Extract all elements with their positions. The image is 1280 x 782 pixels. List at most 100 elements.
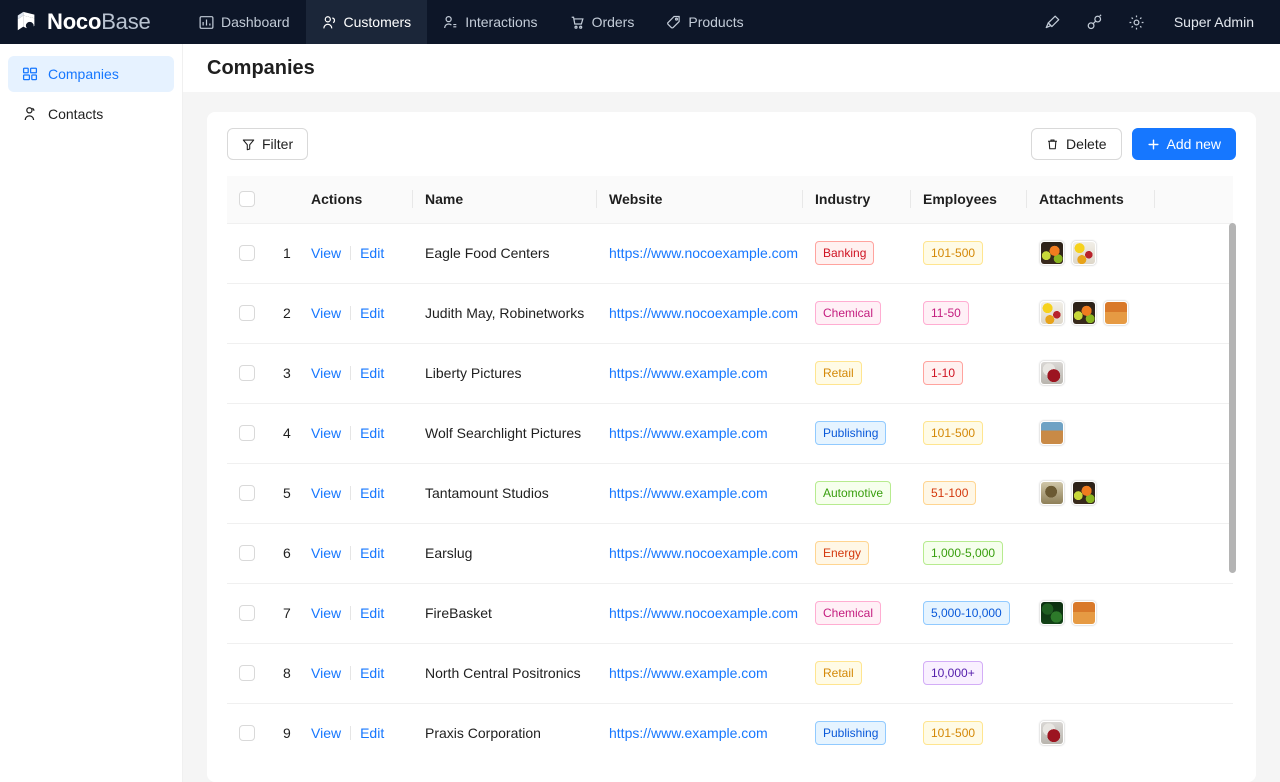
attachment-image [1073, 302, 1095, 324]
row-select-cell [227, 463, 271, 523]
table-row[interactable]: 6 View Edit Earslug https://www.nocoexam… [227, 523, 1233, 583]
row-checkbox[interactable] [239, 725, 255, 741]
attachment-thumbnails [1039, 420, 1143, 446]
company-name: Tantamount Studios [425, 485, 549, 501]
table-row[interactable]: 9 View Edit Praxis Corporation https://w… [227, 703, 1233, 763]
row-spacer-cell [1155, 343, 1233, 403]
nav-tab-products[interactable]: Products [650, 0, 759, 44]
table-toolbar: Filter Delete [227, 128, 1236, 160]
attachment-thumbnail[interactable] [1103, 300, 1129, 326]
view-link[interactable]: View [311, 485, 341, 501]
th-employees: Employees [911, 176, 1027, 223]
table-row[interactable]: 5 View Edit Tantamount Studios https://w… [227, 463, 1233, 523]
cart-icon [570, 15, 585, 30]
attachment-thumbnail[interactable] [1071, 480, 1097, 506]
plugin-icon-button[interactable] [1074, 0, 1116, 44]
attachment-thumbnail[interactable] [1039, 360, 1065, 386]
user-menu[interactable]: Super Admin [1158, 14, 1266, 30]
website-link[interactable]: https://www.example.com [609, 725, 768, 741]
website-link[interactable]: https://www.example.com [609, 365, 768, 381]
attachment-thumbnail[interactable] [1039, 420, 1065, 446]
edit-link[interactable]: Edit [360, 545, 384, 561]
view-link[interactable]: View [311, 725, 341, 741]
highlighter-icon-button[interactable] [1032, 0, 1074, 44]
edit-link[interactable]: Edit [360, 425, 384, 441]
nav-tab-customers[interactable]: Customers [306, 0, 428, 44]
row-checkbox[interactable] [239, 605, 255, 621]
website-link[interactable]: https://www.nocoexample.com [609, 545, 798, 561]
attachment-thumbnail[interactable] [1071, 600, 1097, 626]
sidebar-item-companies[interactable]: Companies [8, 56, 174, 92]
website-link[interactable]: https://www.example.com [609, 485, 768, 501]
attachment-thumbnail[interactable] [1039, 240, 1065, 266]
view-link[interactable]: View [311, 365, 341, 381]
table-row[interactable]: 4 View Edit Wolf Searchlight Pictures ht… [227, 403, 1233, 463]
vertical-scrollbar-thumb[interactable] [1229, 223, 1236, 573]
row-checkbox[interactable] [239, 305, 255, 321]
edit-link[interactable]: Edit [360, 485, 384, 501]
add-new-button[interactable]: Add new [1132, 128, 1236, 160]
sidebar: Companies Contacts [0, 44, 183, 782]
table-row[interactable]: 3 View Edit Liberty Pictures https://www… [227, 343, 1233, 403]
edit-link[interactable]: Edit [360, 725, 384, 741]
sidebar-item-contacts[interactable]: Contacts [8, 96, 174, 132]
row-website-cell: https://www.nocoexample.com [597, 223, 803, 283]
action-separator [350, 366, 351, 380]
row-employees-cell: 1-10 [911, 343, 1027, 403]
action-separator [350, 546, 351, 560]
view-link[interactable]: View [311, 245, 341, 261]
view-link[interactable]: View [311, 305, 341, 321]
row-name-cell: Earslug [413, 523, 597, 583]
edit-link[interactable]: Edit [360, 365, 384, 381]
employees-tag: 101-500 [923, 241, 983, 265]
app-logo[interactable]: NocoBase [0, 0, 183, 44]
edit-link[interactable]: Edit [360, 605, 384, 621]
nav-tab-orders[interactable]: Orders [554, 0, 651, 44]
toolbar-right-actions: Delete Add new [1031, 128, 1236, 160]
row-employees-cell: 51-100 [911, 463, 1027, 523]
delete-button[interactable]: Delete [1031, 128, 1121, 160]
website-link[interactable]: https://www.nocoexample.com [609, 605, 798, 621]
row-checkbox[interactable] [239, 245, 255, 261]
view-link[interactable]: View [311, 425, 341, 441]
row-website-cell: https://www.nocoexample.com [597, 283, 803, 343]
row-attachments-cell [1027, 463, 1155, 523]
edit-link[interactable]: Edit [360, 665, 384, 681]
website-link[interactable]: https://www.nocoexample.com [609, 305, 798, 321]
th-actions: Actions [299, 176, 413, 223]
edit-link[interactable]: Edit [360, 305, 384, 321]
users-icon [322, 15, 337, 30]
table-card: Filter Delete [207, 112, 1256, 782]
row-checkbox[interactable] [239, 545, 255, 561]
table-row[interactable]: 8 View Edit North Central Positronics ht… [227, 643, 1233, 703]
th-industry: Industry [803, 176, 911, 223]
view-link[interactable]: View [311, 545, 341, 561]
nav-tab-interactions[interactable]: Interactions [427, 0, 553, 44]
row-checkbox[interactable] [239, 485, 255, 501]
attachment-thumbnail[interactable] [1071, 240, 1097, 266]
attachment-thumbnail[interactable] [1039, 600, 1065, 626]
nav-tab-dashboard[interactable]: Dashboard [183, 0, 306, 44]
row-index-cell: 1 [271, 223, 299, 283]
row-checkbox[interactable] [239, 425, 255, 441]
attachment-thumbnail[interactable] [1039, 720, 1065, 746]
row-checkbox[interactable] [239, 665, 255, 681]
select-all-checkbox[interactable] [239, 191, 255, 207]
website-link[interactable]: https://www.example.com [609, 665, 768, 681]
table-scroll-container[interactable]: Actions Name Website [227, 176, 1236, 782]
edit-link[interactable]: Edit [360, 245, 384, 261]
view-link[interactable]: View [311, 665, 341, 681]
website-link[interactable]: https://www.nocoexample.com [609, 245, 798, 261]
filter-button[interactable]: Filter [227, 128, 308, 160]
row-checkbox[interactable] [239, 365, 255, 381]
view-link[interactable]: View [311, 605, 341, 621]
attachment-thumbnail[interactable] [1071, 300, 1097, 326]
table-row[interactable]: 7 View Edit FireBasket https://www.nocoe… [227, 583, 1233, 643]
table-body: 1 View Edit Eagle Food Centers https://w… [227, 223, 1233, 763]
attachment-thumbnail[interactable] [1039, 300, 1065, 326]
gear-icon-button[interactable] [1116, 0, 1158, 44]
table-row[interactable]: 2 View Edit Judith May, Robinetworks htt… [227, 283, 1233, 343]
website-link[interactable]: https://www.example.com [609, 425, 768, 441]
table-row[interactable]: 1 View Edit Eagle Food Centers https://w… [227, 223, 1233, 283]
attachment-thumbnail[interactable] [1039, 480, 1065, 506]
